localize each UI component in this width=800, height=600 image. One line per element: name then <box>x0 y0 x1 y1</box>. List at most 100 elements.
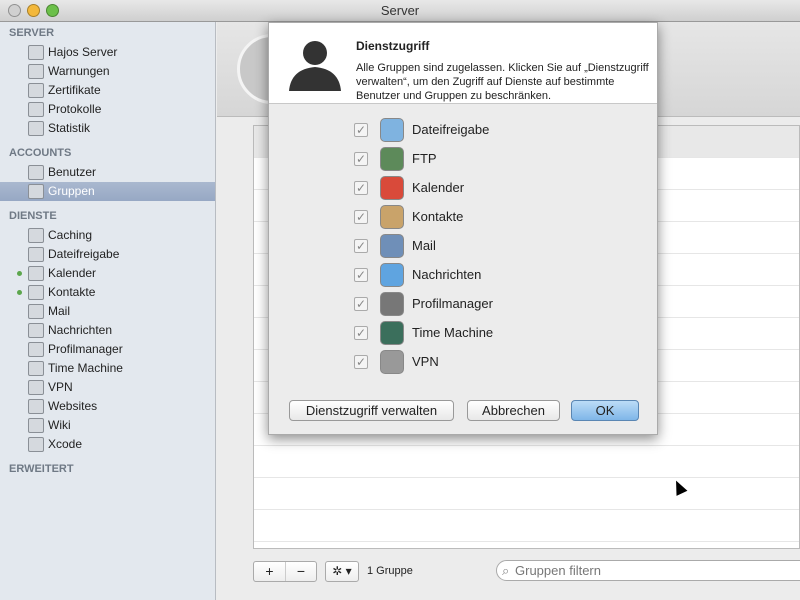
dialog-description: Alle Gruppen sind zugelassen. Klicken Si… <box>356 62 649 102</box>
sidebar-item-protokolle[interactable]: Protokolle <box>0 100 215 119</box>
wiki-icon <box>28 418 44 433</box>
sidebar-section-title: ACCOUNTS <box>9 147 72 159</box>
sidebar-item-label: Wiki <box>48 418 71 432</box>
sidebar-item-warnungen[interactable]: Warnungen <box>0 62 215 81</box>
xcode-icon <box>28 437 44 452</box>
service-label: Mail <box>412 238 436 253</box>
sidebar-item-vpn[interactable]: VPN <box>0 378 215 397</box>
service-row: ✓ Mail <box>354 231 436 260</box>
close-button[interactable] <box>8 4 21 17</box>
service-checkbox[interactable]: ✓ <box>354 122 368 137</box>
status-dot-icon <box>17 290 22 295</box>
sidebar-item-mail[interactable]: Mail <box>0 302 215 321</box>
vpn-icon <box>380 349 404 374</box>
vpn-icon <box>28 380 44 395</box>
sidebar-item-label: Mail <box>48 304 71 318</box>
sidebar-item-label: Time Machine <box>48 361 123 375</box>
sidebar-item-kontakte[interactable]: Kontakte <box>0 283 215 302</box>
ftp-icon <box>380 146 404 171</box>
sidebar-item-caching[interactable]: Caching <box>0 226 215 245</box>
sidebar-item-hajos-server[interactable]: Hajos Server <box>0 43 215 62</box>
sidebar-item-label: Dateifreigabe <box>48 247 120 261</box>
sidebar-item-profilmanager[interactable]: Profilmanager <box>0 340 215 359</box>
websites-icon <box>28 399 44 414</box>
remove-group-button[interactable]: − <box>285 561 316 581</box>
service-label: Time Machine <box>412 325 494 340</box>
sidebar-item-label: Zertifikate <box>48 83 101 97</box>
sidebar-item-label: Protokolle <box>48 102 102 116</box>
sidebar: SERVER Hajos Server Warnungen Zertifikate Pr… <box>0 22 216 600</box>
sidebar-item-label: Benutzer <box>48 165 97 179</box>
sidebar-item-nachrichten[interactable]: Nachrichten <box>0 321 215 340</box>
contacts-icon <box>28 285 44 300</box>
sidebar-item-dateifreigabe[interactable]: Dateifreigabe <box>0 245 215 264</box>
service-access-dialog: Dienstzugriff Alle Gruppen sind zugelass… <box>268 22 658 435</box>
service-label: FTP <box>412 151 437 166</box>
zoom-button[interactable] <box>46 4 59 17</box>
sidebar-item-label: Statistik <box>48 121 91 135</box>
cancel-button[interactable]: Abbrechen <box>467 400 560 421</box>
sidebar-item-xcode[interactable]: Xcode <box>0 435 215 454</box>
sidebar-item-gruppen[interactable]: Gruppen <box>0 182 215 201</box>
service-checkbox[interactable]: ✓ <box>354 296 368 311</box>
service-checkbox[interactable]: ✓ <box>354 209 368 224</box>
manage-access-button[interactable]: Dienstzugriff verwalten <box>289 400 454 421</box>
minimize-button[interactable] <box>27 4 40 17</box>
service-label: Kalender <box>412 180 465 195</box>
status-dot-icon <box>17 271 22 276</box>
service-checkbox[interactable]: ✓ <box>354 267 368 282</box>
user-icon <box>28 165 44 180</box>
gear-icon: ✲ ▾ <box>332 563 352 578</box>
sidebar-item-label: VPN <box>48 380 73 394</box>
sidebar-item-websites[interactable]: Websites <box>0 397 215 416</box>
time-machine-icon <box>28 361 44 376</box>
sidebar-section-title: ERWEITERT <box>9 463 74 475</box>
profilmanager-icon <box>380 291 404 316</box>
sidebar-item-statistik[interactable]: Statistik <box>0 119 215 138</box>
sidebar-item-benutzer[interactable]: Benutzer <box>0 163 215 182</box>
sidebar-item-label: Gruppen <box>48 184 95 198</box>
sidebar-item-label: Nachrichten <box>48 323 113 337</box>
kontakte-icon <box>380 204 404 229</box>
service-checkbox[interactable]: ✓ <box>354 180 368 195</box>
service-row: ✓ Nachrichten <box>354 260 481 289</box>
service-checkbox[interactable]: ✓ <box>354 354 368 369</box>
sidebar-item-label: Caching <box>48 228 93 242</box>
sidebar-item-wiki[interactable]: Wiki <box>0 416 215 435</box>
sidebar-section-title: SERVER <box>9 27 55 39</box>
dateifreigabe-icon <box>380 117 404 142</box>
service-row: ✓ Kalender <box>354 173 464 202</box>
sidebar-item-kalender[interactable]: Kalender <box>0 264 215 283</box>
sidebar-item-label: Kontakte <box>48 285 96 299</box>
service-label: Profilmanager <box>412 296 493 311</box>
sidebar-item-time-machine[interactable]: Time Machine <box>0 359 215 378</box>
service-label: Nachrichten <box>412 267 482 282</box>
service-checkbox[interactable]: ✓ <box>354 238 368 253</box>
stats-icon <box>28 121 44 136</box>
sidebar-section-title: DIENSTE <box>9 210 57 222</box>
messages-icon <box>28 323 44 338</box>
ok-button[interactable]: OK <box>571 400 639 421</box>
service-checkbox[interactable]: ✓ <box>354 151 368 166</box>
mail-icon <box>28 304 44 319</box>
gear-menu-button[interactable]: ✲ ▾ <box>325 560 359 582</box>
calendar-icon <box>28 266 44 281</box>
search-input[interactable]: ⌕ Gruppen filtern <box>496 560 800 581</box>
group-count: 1 Gruppe <box>367 565 413 577</box>
megaphone-icon <box>28 64 44 79</box>
window-title: Server <box>380 3 420 18</box>
service-row: ✓ FTP <box>354 144 437 173</box>
time-machine-icon <box>380 320 404 345</box>
profile-manager-icon <box>28 342 44 357</box>
add-group-button[interactable]: + <box>254 562 285 581</box>
file-sharing-icon <box>28 247 44 262</box>
group-icon <box>28 184 44 199</box>
nachrichten-icon <box>380 262 404 287</box>
kalender-icon <box>380 175 404 200</box>
log-icon <box>28 102 44 117</box>
sidebar-item-label: Xcode <box>48 437 83 451</box>
sidebar-item-zertifikate[interactable]: Zertifikate <box>0 81 215 100</box>
service-row: ✓ Dateifreigabe <box>354 115 489 144</box>
service-checkbox[interactable]: ✓ <box>354 325 368 340</box>
sidebar-item-label: Hajos Server <box>48 45 118 59</box>
